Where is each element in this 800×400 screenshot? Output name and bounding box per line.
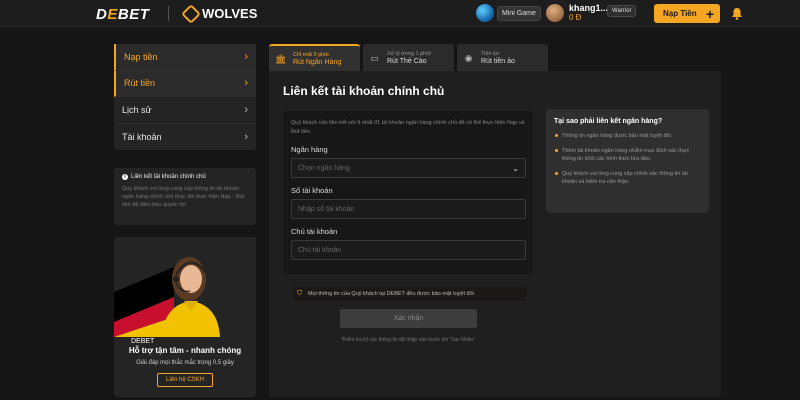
wolves-logo[interactable]: WOLVES xyxy=(181,3,258,24)
rank-badge-label: Warrior xyxy=(612,8,632,14)
globe-icon xyxy=(476,4,494,22)
bell-icon[interactable] xyxy=(731,7,743,20)
sidebar-item-label: Tài khoản xyxy=(122,131,162,142)
card-icon: ▭ xyxy=(370,52,379,63)
user-profile[interactable]: khang1... 0 Đ xyxy=(546,3,608,22)
tab-subtitle: Xử lý trong 1 phút xyxy=(387,50,431,57)
wolves-icon xyxy=(181,3,201,24)
contact-support-button[interactable]: Liên hệ CSKH xyxy=(156,373,214,387)
confirm-note: *Kiểm tra kỹ các thông tin đã nhập vào t… xyxy=(341,337,475,343)
mini-game-button[interactable]: Mini Game xyxy=(476,4,541,22)
bank-select-placeholder: Chọn ngân hàng xyxy=(298,164,350,172)
tab-label: Rút tiền ảo xyxy=(481,57,515,65)
logo-letter-e: E xyxy=(107,6,118,23)
logo-divider xyxy=(168,6,169,21)
sidebar-item-history[interactable]: Lịch sử › xyxy=(114,97,256,124)
chevron-right-icon: › xyxy=(244,130,248,143)
balance: 0 Đ xyxy=(569,13,582,22)
tab-crypto-withdraw[interactable]: ◉ Tiện lợi Rút tiền ảo xyxy=(457,44,548,71)
page-title: Liên kết tài khoản chính chủ xyxy=(283,84,445,98)
tab-label: Rút Thẻ Cào xyxy=(387,57,427,65)
coin-icon: ◉ xyxy=(464,52,473,63)
why-item: Thông tin ngân hàng được bảo mật tuyệt đ… xyxy=(554,132,701,140)
tab-card-withdraw[interactable]: ▭ Xử lý trong 1 phút Rút Thẻ Cào xyxy=(363,44,454,71)
promo-brand: DEBET xyxy=(131,338,155,345)
form-description: Quý khách cần liên kết với ít nhất 01 tà… xyxy=(291,120,525,135)
why-link-bank-box: Tại sao phải liên kết ngân hàng? Thông t… xyxy=(546,109,709,213)
plus-icon: + xyxy=(705,5,714,22)
rank-badge: Warrior xyxy=(607,5,637,17)
sidebar-menu: Nạp tiền › Rút tiền › Lịch sử › Tài khoả… xyxy=(114,44,256,150)
account-number-label: Số tài khoản xyxy=(291,186,333,195)
chevron-right-icon: › xyxy=(244,103,248,116)
info-title: i Liên kết tài khoản chính chủ xyxy=(122,174,248,180)
link-account-panel: Liên kết tài khoản chính chủ Quý khách c… xyxy=(269,71,721,397)
account-holder-placeholder: Chủ tài khoản xyxy=(298,246,342,254)
why-item: Thêm tài khoản ngân hàng nhằm mục đích x… xyxy=(554,147,701,163)
bank-label: Ngân hàng xyxy=(291,145,328,154)
bank-icon: 🏛 xyxy=(275,53,287,64)
logo-letters-bet: BET xyxy=(117,6,150,23)
sidebar-item-label: Nạp tiền xyxy=(124,51,158,62)
chevron-right-icon: › xyxy=(244,50,248,63)
deposit-button[interactable]: Nạp Tiền + xyxy=(654,4,720,23)
top-bar: DEBET WOLVES Mini Game khang1... 0 Đ War… xyxy=(0,0,800,27)
sidebar-item-label: Rút tiền xyxy=(124,78,156,89)
link-account-info: i Liên kết tài khoản chính chủ Quý khách… xyxy=(114,168,256,225)
sidebar-item-account[interactable]: Tài khoản › xyxy=(114,124,256,151)
tab-subtitle: Chỉ mất 5 phút xyxy=(293,51,329,58)
chevron-right-icon: › xyxy=(244,77,248,90)
bank-select[interactable]: Chọn ngân hàng ⌄ xyxy=(291,158,526,178)
account-number-placeholder: Nhập số tài khoản xyxy=(298,205,355,213)
confirm-button[interactable]: Xác nhận xyxy=(340,309,477,328)
bank-link-form: Quý khách cần liên kết với ít nhất 01 tà… xyxy=(283,111,533,274)
deposit-button-label: Nạp Tiền xyxy=(663,9,697,18)
username: khang1... xyxy=(569,3,609,13)
promo-subtitle: Giải đáp mọi thắc mắc trong 0,5 giây xyxy=(136,360,234,366)
chevron-down-icon: ⌄ xyxy=(512,163,519,173)
shield-icon: ⛉ xyxy=(297,290,303,297)
logo-letter-d: D xyxy=(96,6,108,23)
support-promo: DEBET Hỗ trợ tận tâm - nhanh chóng Giải … xyxy=(114,237,256,397)
withdraw-method-tabs: 🏛 Chỉ mất 5 phút Rút Ngân Hàng ▭ Xử lý t… xyxy=(269,44,548,71)
info-text: Quý khách vui lòng cung cấp thông tin tà… xyxy=(122,186,245,208)
tab-subtitle: Tiện lợi xyxy=(481,50,500,57)
info-title-text: Liên kết tài khoản chính chủ xyxy=(131,174,206,180)
tab-label: Rút Ngân Hàng xyxy=(293,58,342,66)
promo-text: DEBET Hỗ trợ tận tâm - nhanh chóng Giải … xyxy=(114,338,256,387)
security-note-text: Mọi thông tin của Quý khách tại DEBET đề… xyxy=(308,291,474,297)
support-agent-illustration xyxy=(114,257,220,337)
info-icon: i xyxy=(122,174,128,180)
sidebar-item-deposit[interactable]: Nạp tiền › xyxy=(114,44,256,71)
sidebar-item-withdraw[interactable]: Rút tiền › xyxy=(114,70,256,97)
debet-logo[interactable]: DEBET xyxy=(96,6,149,23)
mini-game-label: Mini Game xyxy=(497,5,541,21)
promo-title: Hỗ trợ tận tâm - nhanh chóng xyxy=(128,346,242,355)
tab-bank-withdraw[interactable]: 🏛 Chỉ mất 5 phút Rút Ngân Hàng xyxy=(269,44,360,71)
account-number-input[interactable]: Nhập số tài khoản xyxy=(291,199,526,219)
avatar xyxy=(546,3,564,22)
sidebar-item-label: Lịch sử xyxy=(122,104,152,115)
why-title: Tại sao phải liên kết ngân hàng? xyxy=(554,118,663,125)
account-holder-label: Chủ tài khoản xyxy=(291,227,338,236)
wolves-label: WOLVES xyxy=(202,6,258,21)
security-note: ⛉ Mọi thông tin của Quý khách tại DEBET … xyxy=(293,287,527,301)
why-item: Quý khách vui lòng cung cấp chính xác th… xyxy=(554,170,701,186)
account-holder-input[interactable]: Chủ tài khoản xyxy=(291,240,526,260)
